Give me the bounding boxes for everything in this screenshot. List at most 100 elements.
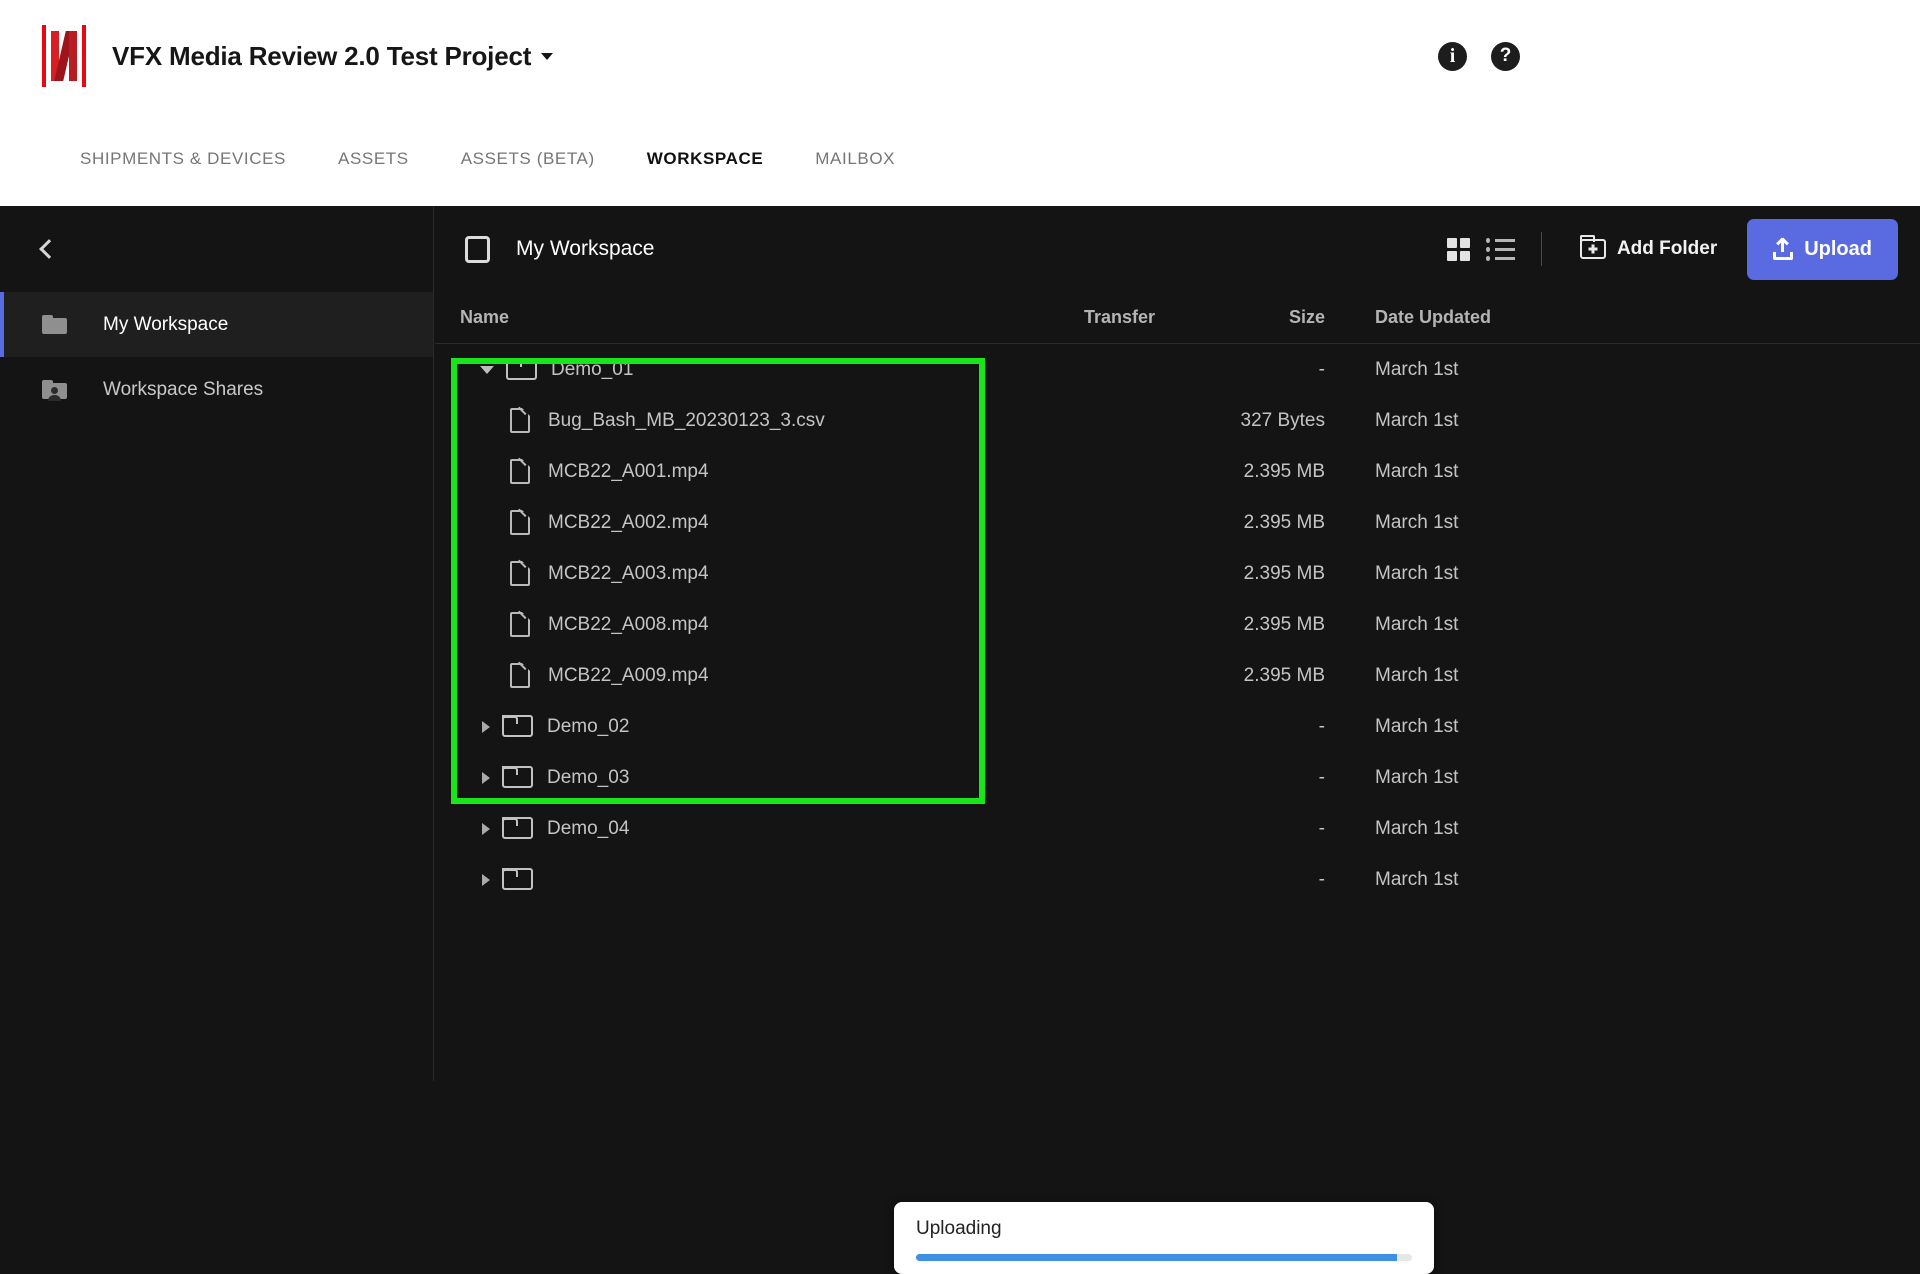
cell-name: Demo_02 [435,715,955,738]
chevron-down-icon [541,52,554,60]
item-name: Bug_Bash_MB_20230123_3.csv [548,409,825,431]
sidebar: My Workspace Workspace Shares [0,206,434,1081]
main-tabs: SHIPMENTS & DEVICES ASSETS ASSETS (BETA)… [0,112,1920,206]
item-name: Demo_02 [547,715,630,737]
cell-size: 327 Bytes [1240,409,1326,431]
list-view-button[interactable] [1478,230,1523,269]
cell-size: 2.395 MB [1243,664,1325,686]
file-icon [510,510,530,535]
table-row[interactable]: Demo_01 - March 1st [435,344,1920,395]
grid-icon [1446,237,1470,261]
add-folder-label: Add Folder [1616,238,1718,259]
item-name: MCB22_A003.mp4 [548,562,709,584]
select-all-checkbox[interactable] [465,235,490,263]
folder-icon [502,715,533,737]
table-row[interactable]: MCB22_A002.mp4 2.395 MB March 1st [435,497,1920,548]
upload-button[interactable]: Upload [1747,218,1898,280]
table-row[interactable]: Demo_04 - March 1st [435,803,1920,854]
table-row[interactable]: Bug_Bash_MB_20230123_3.csv 327 Bytes March… [435,395,1920,446]
sidebar-item-workspace-shares[interactable]: Workspace Shares [0,357,433,422]
chevron-right-icon[interactable] [482,771,490,784]
cell-date: March 1st [1375,460,1459,482]
cell-date: March 1st [1375,358,1459,380]
chevron-right-icon[interactable] [482,873,490,886]
tab-assets[interactable]: ASSETS [338,149,409,169]
folder-icon [502,766,533,788]
cell-date: March 1st [1375,664,1459,686]
cell-size: - [1318,868,1325,890]
table-row[interactable]: MCB22_A001.mp4 2.395 MB March 1st [435,446,1920,497]
column-header-transfer[interactable]: Transfer [955,307,1155,328]
cell-date: March 1st [1375,868,1459,890]
table-row[interactable]: MCB22_A008.mp4 2.395 MB March 1st [435,599,1920,650]
file-icon [510,612,530,637]
folder-icon [506,358,537,380]
tab-mailbox[interactable]: MAILBOX [815,149,895,169]
chevron-down-icon[interactable] [480,365,494,374]
sidebar-item-my-workspace[interactable]: My Workspace [0,292,433,357]
cell-name: Bug_Bash_MB_20230123_3.csv [435,408,955,433]
item-name: Demo_01 [551,358,634,380]
workspace-title: My Workspace [516,237,655,260]
tab-assets-beta[interactable]: ASSETS (BETA) [461,149,595,169]
info-icon[interactable]: i [1438,41,1467,71]
file-icon [510,663,530,688]
cell-size: - [1318,715,1325,737]
project-title-dropdown[interactable]: VFX Media Review 2.0 Test Project [86,40,554,72]
folder-icon [42,315,67,334]
list-icon [1485,237,1515,261]
page-title: VFX Media Review 2.0 Test Project [112,40,532,71]
table-row[interactable]: MCB22_A003.mp4 2.395 MB March 1st [435,548,1920,599]
item-name: MCB22_A009.mp4 [548,664,709,686]
cell-date: March 1st [1375,766,1459,788]
sidebar-item-label: Workspace Shares [103,378,264,400]
column-header-name[interactable]: Name [435,307,955,328]
folder-icon [502,817,533,839]
cell-size: - [1318,817,1325,839]
cell-size: - [1318,766,1325,788]
column-header-size[interactable]: Size [1155,307,1325,328]
tab-shipments-devices[interactable]: SHIPMENTS & DEVICES [80,149,286,169]
cell-name: MCB22_A003.mp4 [435,561,955,586]
help-icon[interactable]: ? [1491,41,1520,71]
tab-workspace[interactable]: WORKSPACE [647,149,764,169]
cell-name: Demo_01 [435,358,955,381]
cell-date: March 1st [1375,715,1459,737]
add-folder-button[interactable]: Add Folder [1564,230,1733,268]
cell-name: Demo_04 [435,817,955,840]
item-name: MCB22_A008.mp4 [548,613,709,635]
table-row[interactable]: Demo_03 - March 1st [435,752,1920,803]
column-header-date[interactable]: Date Updated [1325,307,1585,328]
cell-size: 2.395 MB [1243,562,1325,584]
file-table-body: Demo_01- March 1st Bug_Bash_MB_20230123_3.… [435,344,1920,905]
sidebar-collapse-button[interactable] [0,206,433,292]
file-icon [510,561,530,586]
upload-label: Upload [1804,237,1872,260]
chevron-right-icon[interactable] [482,720,490,733]
table-row[interactable]: - March 1st [435,854,1920,905]
cell-name [435,868,955,890]
add-folder-icon [1579,235,1606,259]
cell-date: March 1st [1375,511,1459,533]
cell-name: Demo_03 [435,766,955,789]
cell-name: MCB22_A001.mp4 [435,459,955,484]
header-actions: i ? [1438,0,1920,112]
cell-size: - [1318,358,1325,380]
file-icon [510,408,530,433]
cell-name: MCB22_A008.mp4 [435,612,955,637]
table-row[interactable]: Demo_02 - March 1st [435,701,1920,752]
folder-icon [502,868,533,890]
upload-progress-bar [916,1254,1412,1261]
grid-view-button[interactable] [1439,230,1478,269]
chevron-right-icon[interactable] [482,822,490,835]
item-name: Demo_03 [547,766,630,788]
cell-name: MCB22_A009.mp4 [435,663,955,688]
cell-size: 2.395 MB [1243,460,1325,482]
cell-size: 2.395 MB [1243,613,1325,635]
table-row[interactable]: MCB22_A009.mp4 2.395 MB March 1st [435,650,1920,701]
table-header: Name Transfer Size Date Updated [435,292,1920,344]
top-header: VFX Media Review 2.0 Test Project i ? SH… [0,0,1920,206]
sidebar-item-label: My Workspace [103,313,229,335]
cell-date: March 1st [1375,409,1459,431]
cell-size: 2.395 MB [1243,511,1325,533]
